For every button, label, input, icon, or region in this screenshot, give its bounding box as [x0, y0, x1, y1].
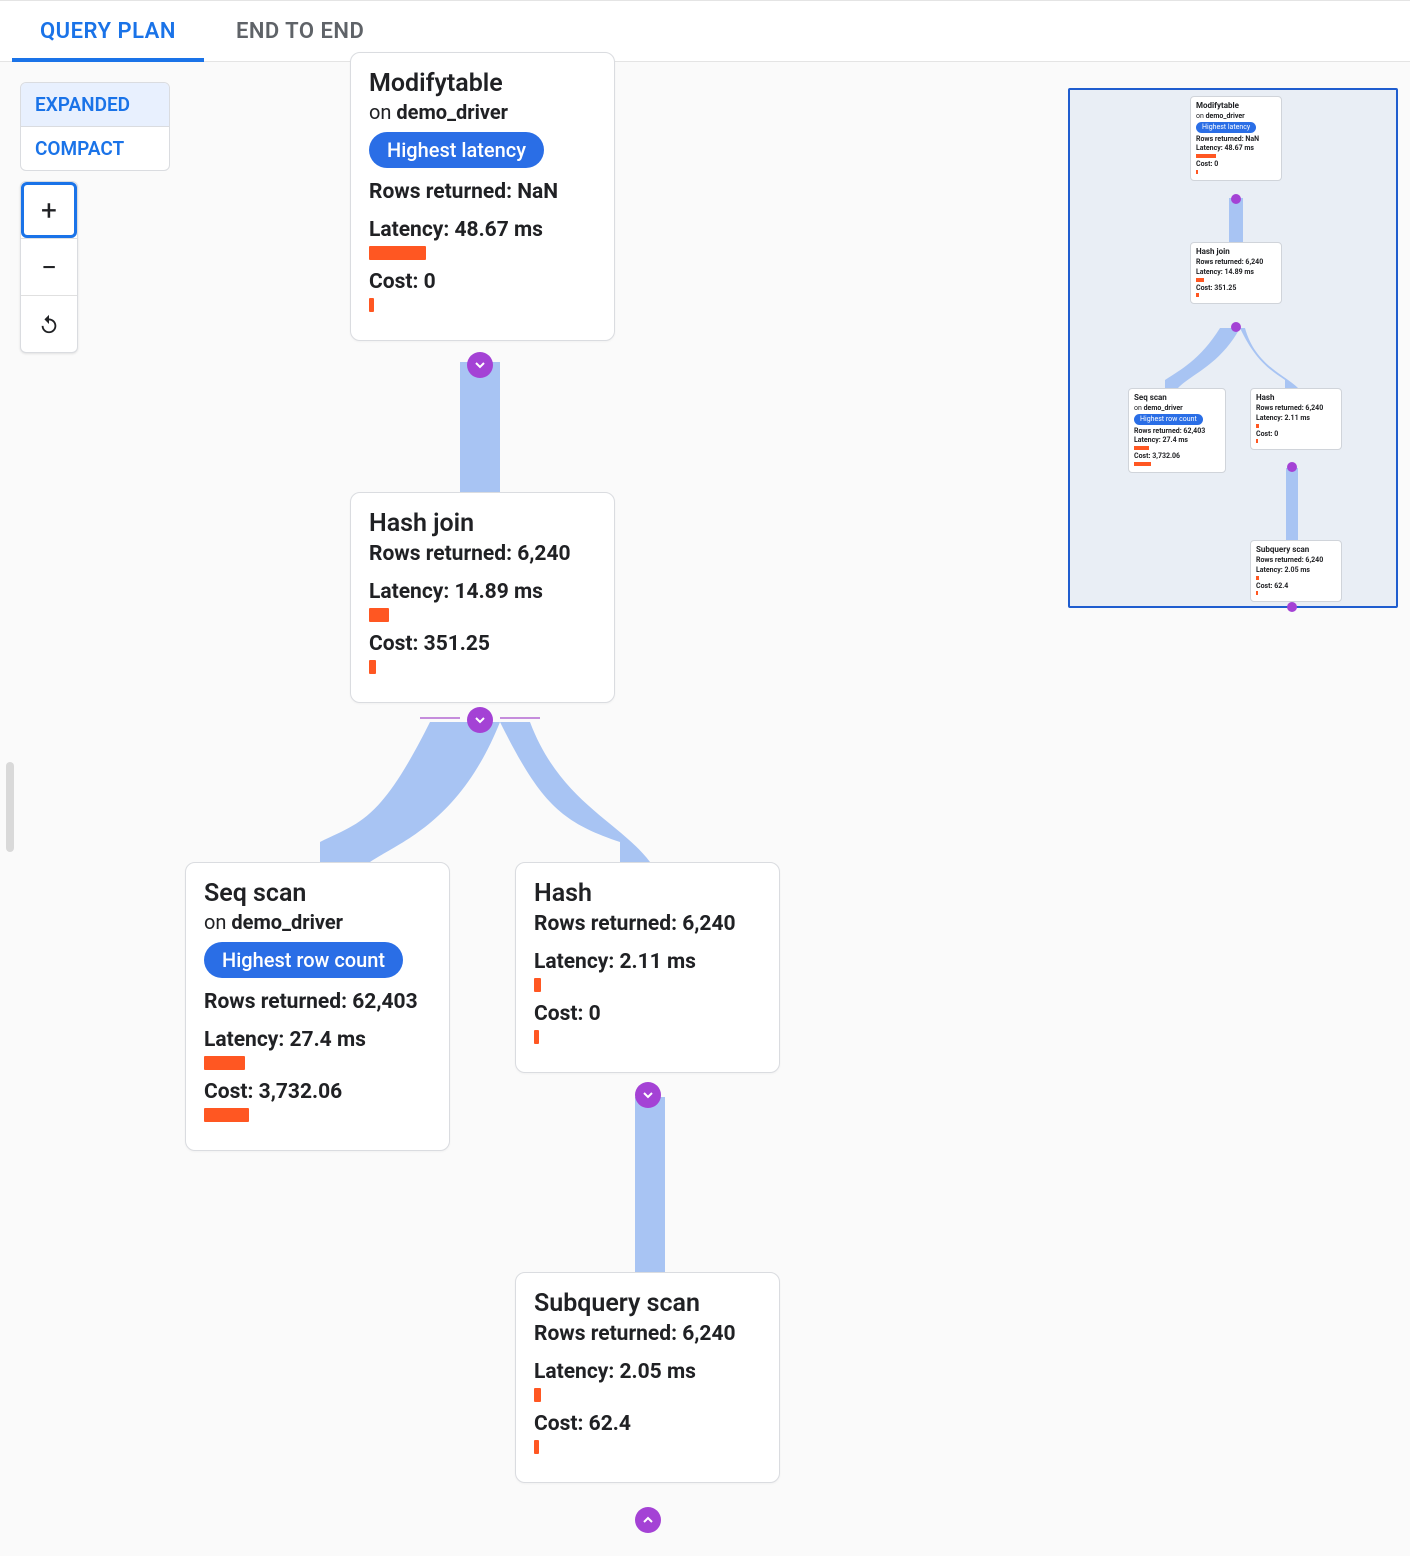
zoom-controls: + − [20, 181, 78, 353]
mm-collapse-toggle [1287, 462, 1297, 472]
scrollbar-thumb[interactable] [6, 762, 14, 852]
cost-bar [534, 1030, 761, 1044]
latency-bar [534, 978, 761, 992]
node-subquery[interactable]: Subquery scan Rows returned: 6,240 Laten… [515, 1272, 780, 1483]
mm-node-hashjoin: Hash join Rows returned: 6,240 Latency: … [1190, 242, 1282, 304]
stat-latency: Latency: 14.89 ms [369, 580, 596, 604]
stat-latency: Latency: 2.05 ms [534, 1360, 761, 1384]
stat-cost: Cost: 3,732.06 [204, 1080, 431, 1104]
view-toggle: EXPANDED COMPACT [20, 82, 170, 171]
cost-bar [534, 1440, 761, 1454]
collapse-toggle[interactable] [467, 352, 493, 378]
node-hash[interactable]: Hash Rows returned: 6,240 Latency: 2.11 … [515, 862, 780, 1073]
node-table: on demo_driver [204, 910, 431, 934]
tab-query-plan[interactable]: QUERY PLAN [40, 1, 176, 61]
view-controls: EXPANDED COMPACT + − [20, 82, 170, 353]
cost-bar [204, 1108, 431, 1122]
collapse-toggle[interactable] [635, 1507, 661, 1533]
stat-rows: Rows returned: NaN [369, 180, 596, 204]
node-title: Subquery scan [534, 1289, 761, 1318]
chevron-down-icon [472, 712, 488, 728]
mm-collapse-toggle [1231, 322, 1241, 332]
node-title: Seq scan [204, 879, 431, 908]
latency-bar [534, 1388, 761, 1402]
latency-bar [204, 1056, 431, 1070]
stat-cost: Cost: 351.25 [369, 632, 596, 656]
toggle-expanded[interactable]: EXPANDED [21, 83, 169, 126]
toggle-compact[interactable]: COMPACT [21, 127, 169, 170]
stat-rows: Rows returned: 6,240 [369, 542, 596, 566]
node-title: Modifytable [369, 69, 596, 98]
stat-rows: Rows returned: 6,240 [534, 1322, 761, 1346]
chevron-down-icon [472, 357, 488, 373]
stat-rows: Rows returned: 62,403 [204, 990, 431, 1014]
mm-collapse-toggle [1231, 194, 1241, 204]
stat-cost: Cost: 62.4 [534, 1412, 761, 1436]
tab-end-to-end[interactable]: END TO END [236, 1, 364, 61]
tab-bar: QUERY PLAN END TO END [0, 0, 1410, 62]
badge-highest-row-count: Highest row count [204, 942, 403, 978]
mm-node-subquery: Subquery scan Rows returned: 6,240 Laten… [1250, 540, 1342, 602]
node-title: Hash join [369, 509, 596, 538]
node-seqscan[interactable]: Seq scan on demo_driver Highest row coun… [185, 862, 450, 1151]
collapse-toggle[interactable] [635, 1082, 661, 1108]
stat-cost: Cost: 0 [369, 270, 596, 294]
chevron-up-icon [640, 1512, 656, 1528]
badge-highest-latency: Highest latency [369, 132, 544, 168]
mm-node-modifytable: Modifytable on demo_driver Highest laten… [1190, 96, 1282, 181]
collapse-toggle[interactable] [467, 707, 493, 733]
reset-view-button[interactable] [21, 296, 77, 352]
refresh-icon [38, 313, 60, 335]
chevron-down-icon [640, 1087, 656, 1103]
minimap[interactable]: Modifytable on demo_driver Highest laten… [1068, 88, 1398, 608]
node-hashjoin[interactable]: Hash join Rows returned: 6,240 Latency: … [350, 492, 615, 703]
stat-latency: Latency: 48.67 ms [369, 218, 596, 242]
node-modifytable[interactable]: Modifytable on demo_driver Highest laten… [350, 52, 615, 341]
cost-bar [369, 660, 596, 674]
latency-bar [369, 608, 596, 622]
stat-latency: Latency: 27.4 ms [204, 1028, 431, 1052]
cost-bar [369, 298, 596, 312]
stat-rows: Rows returned: 6,240 [534, 912, 761, 936]
zoom-out-button[interactable]: − [21, 239, 77, 295]
latency-bar [369, 246, 596, 260]
mm-collapse-toggle [1287, 602, 1297, 612]
stat-cost: Cost: 0 [534, 1002, 761, 1026]
stat-latency: Latency: 2.11 ms [534, 950, 761, 974]
mm-node-seqscan: Seq scan on demo_driver Highest row coun… [1128, 388, 1226, 473]
mm-node-hash: Hash Rows returned: 6,240 Latency: 2.11 … [1250, 388, 1342, 450]
node-table: on demo_driver [369, 100, 596, 124]
node-title: Hash [534, 879, 761, 908]
zoom-in-button[interactable]: + [21, 182, 77, 238]
